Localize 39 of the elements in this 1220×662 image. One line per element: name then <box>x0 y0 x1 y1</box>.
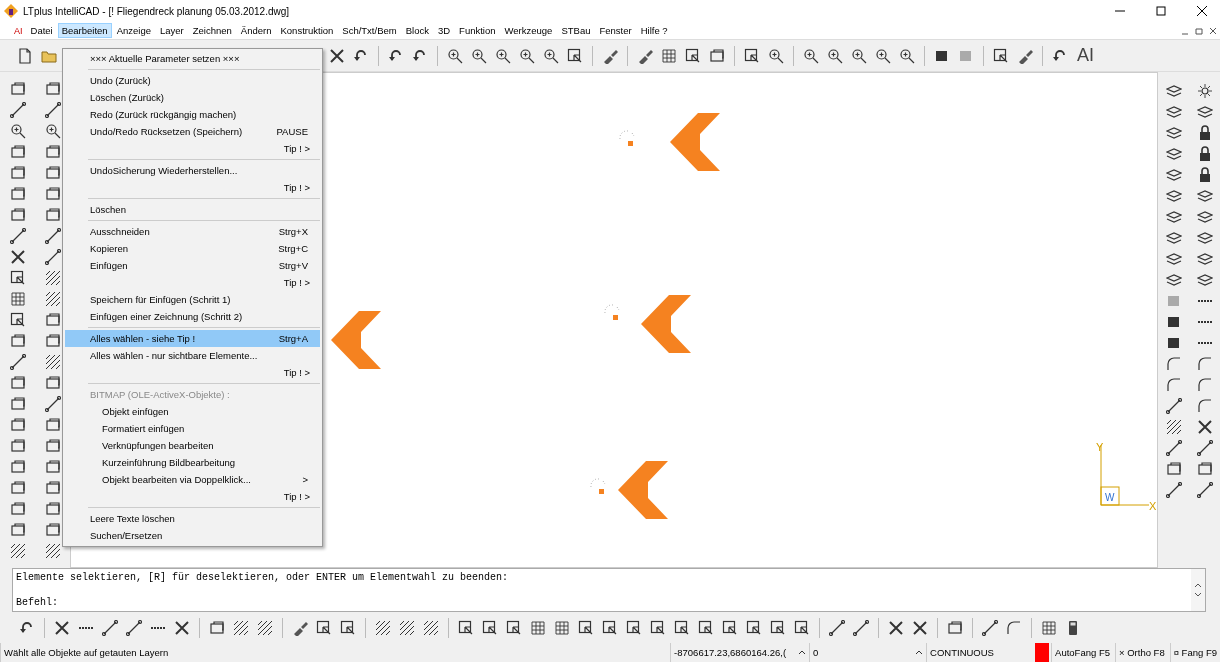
shortcut-label: Strg+C <box>278 243 308 254</box>
app-logo: AI <box>14 25 23 36</box>
menu-item[interactable]: STBau <box>557 23 595 38</box>
window-title: LTplus IntelliCAD - [! Fliegendreck planung 05.03.2012.dwg] <box>23 5 291 17</box>
shortcut-label: PAUSE <box>276 126 308 137</box>
shortcut-label: > <box>302 474 308 485</box>
menu-entry[interactable]: Alles wählen - siehe Tip ! Strg+A <box>65 330 320 347</box>
axis-label: Y <box>1096 441 1104 453</box>
menu-item[interactable]: Sch/Txt/Bem <box>338 23 401 38</box>
tip-link[interactable]: Tip ! > <box>283 143 310 154</box>
menu-item[interactable]: Funktion <box>455 23 500 38</box>
tip-link[interactable]: Tip ! > <box>283 367 310 378</box>
menu-item[interactable]: Datei <box>26 23 57 38</box>
shortcut-label: Strg+A <box>278 333 308 344</box>
menu-item[interactable]: Werkzeuge <box>500 23 557 38</box>
menu-item[interactable]: Konstruktion <box>276 23 338 38</box>
shortcut-label: Strg+X <box>278 226 308 237</box>
menu-item[interactable]: Fenster <box>595 23 636 38</box>
tip-link[interactable]: Tip ! > <box>283 491 310 502</box>
shortcut-label: Strg+V <box>278 260 308 271</box>
menu-item[interactable]: Layer <box>156 23 188 38</box>
menu-item[interactable]: Block <box>401 23 433 38</box>
command-line-text: Elemente selektieren, [R] für deselektieren, oder ENTER um Elementwahl zu beenden: <box>16 572 510 583</box>
axis-label: W <box>1105 492 1115 503</box>
menu-entry[interactable]: ××× Aktuelle Parameter setzen ××× <box>65 50 320 67</box>
menu-item[interactable]: Anzeige <box>112 23 155 38</box>
tip-link[interactable]: Tip ! > <box>283 182 310 193</box>
menu-item[interactable]: Zeichnen <box>188 23 236 38</box>
status-toggle[interactable]: ¤ Fang F9 <box>1169 643 1220 662</box>
menu-item[interactable]: Bearbeiten <box>57 23 112 38</box>
axis-label: X <box>1149 500 1157 512</box>
tip-link[interactable]: Tip ! > <box>283 277 310 288</box>
command-line-text: Befehl: <box>16 597 59 608</box>
toolbar-logo[interactable]: AI <box>1077 45 1094 66</box>
status-toggle[interactable]: AutoFang F5 <box>1051 643 1113 662</box>
menu-item[interactable]: Hilfe ? <box>636 23 672 38</box>
menu-item[interactable]: 3D <box>433 23 455 38</box>
menu-item[interactable]: Ändern <box>236 23 276 38</box>
status-toggle[interactable]: × Ortho F8 <box>1115 643 1168 662</box>
